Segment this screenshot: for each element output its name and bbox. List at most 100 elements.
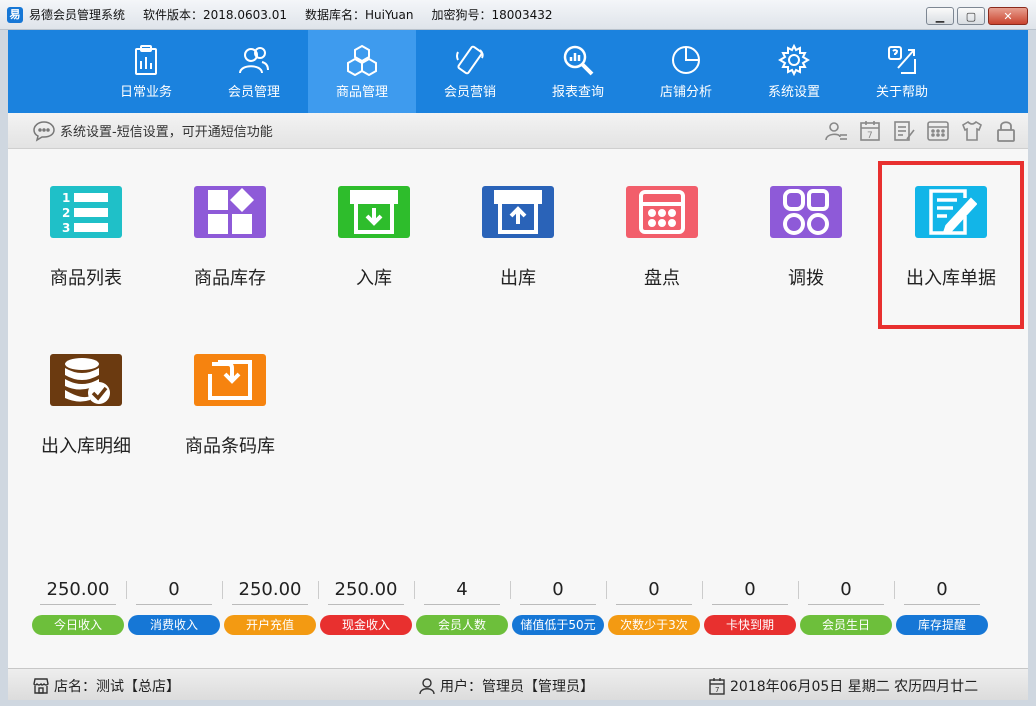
stat-separator — [510, 581, 511, 599]
tile-icon-box — [194, 186, 266, 238]
maximize-icon: ▢ — [965, 9, 977, 23]
calculator-icon — [639, 190, 685, 234]
tile-product-inventory[interactable]: 商品库存 — [158, 150, 302, 290]
stat-today-income[interactable]: 250.00 今日收入 — [32, 577, 127, 637]
nav-label: 报表查询 — [551, 84, 604, 100]
stat-card-expiring[interactable]: 0 卡快到期 — [704, 577, 799, 637]
stat-badge: 会员人数 — [416, 615, 508, 635]
stat-separator — [126, 581, 127, 599]
stat-badge: 消费收入 — [128, 615, 220, 635]
stat-member-birthday[interactable]: 0 会员生日 — [800, 577, 895, 637]
store-icon — [33, 678, 49, 694]
main-nav: 日常业务 会员管理 商品管理 会员营销 报表查询 店铺分析 系统设置 关于帮助 — [8, 30, 1028, 113]
stat-value: 0 — [904, 577, 980, 605]
status-user: 用户：管理员【管理员】 — [418, 676, 594, 696]
calculator-icon[interactable] — [926, 119, 950, 143]
status-bar: 店名：测试【总店】 用户：管理员【管理员】 7 2018年06月05日 星期二 … — [8, 668, 1028, 700]
tile-stock-details[interactable]: 出入库明细 — [14, 318, 158, 458]
dongle-number: 加密狗号：18003432 — [431, 8, 553, 22]
app-name: 易德会员管理系统 — [29, 8, 126, 22]
nav-member-management[interactable]: 会员管理 — [200, 30, 308, 113]
nav-member-marketing[interactable]: 会员营销 — [416, 30, 524, 113]
summary-stats: 250.00 今日收入 0 消费收入 250.00 开户充值 250.00 现金… — [32, 577, 1002, 637]
nav-system-settings[interactable]: 系统设置 — [740, 30, 848, 113]
tile-icon-box — [915, 186, 987, 238]
maximize-button[interactable]: ▢ — [957, 7, 985, 25]
user-icon — [419, 678, 435, 695]
nav-report-query[interactable]: 报表查询 — [524, 30, 632, 113]
tile-icon-box — [194, 354, 266, 406]
nav-daily-business[interactable]: 日常业务 — [92, 30, 200, 113]
nav-label: 商品管理 — [335, 84, 388, 100]
minimize-icon: ▁ — [935, 9, 945, 23]
stat-separator — [414, 581, 415, 599]
stat-member-count[interactable]: 4 会员人数 — [416, 577, 511, 637]
phone-icon — [456, 45, 484, 74]
tile-label: 商品条码库 — [185, 436, 275, 457]
tile-icon-box: 1 2 3 — [50, 186, 122, 238]
document-edit-icon — [929, 189, 977, 235]
software-version: 软件版本：2018.0603.01 — [143, 8, 287, 22]
svg-text:7: 7 — [867, 131, 873, 141]
stat-separator — [222, 581, 223, 599]
svg-text:3: 3 — [62, 221, 70, 235]
help-icon — [888, 45, 916, 74]
status-date: 7 2018年06月05日 星期二 农历四月廿二 — [708, 676, 978, 696]
title-bar: 易 易德会员管理系统 软件版本：2018.0603.01 数据库名：HuiYua… — [0, 0, 1036, 30]
sms-hint-message[interactable]: 系统设置-短信设置，可开通短信功能 — [60, 121, 273, 140]
stat-badge: 次数少于3次 — [608, 615, 700, 635]
stat-value: 4 — [424, 577, 500, 605]
tile-stock-in[interactable]: 入库 — [302, 150, 446, 290]
tile-barcode-library[interactable]: 商品条码库 — [158, 318, 302, 458]
nav-product-management[interactable]: 商品管理 — [308, 30, 416, 113]
stat-badge: 卡快到期 — [704, 615, 796, 635]
nav-about-help[interactable]: 关于帮助 — [848, 30, 956, 113]
stat-stock-alert[interactable]: 0 库存提醒 — [896, 577, 988, 637]
stat-value: 0 — [136, 577, 212, 605]
svg-text:2: 2 — [62, 206, 70, 220]
stat-separator — [798, 581, 799, 599]
stat-low-balance[interactable]: 0 储值低于50元 — [512, 577, 607, 637]
database-name: 数据库名：HuiYuan — [305, 8, 414, 22]
calendar-icon[interactable]: 7 — [858, 119, 882, 143]
tile-icon-box — [482, 186, 554, 238]
tile-stock-out[interactable]: 出库 — [446, 150, 590, 290]
database-check-icon — [65, 358, 110, 404]
stat-value: 250.00 — [328, 577, 404, 605]
stat-value: 250.00 — [232, 577, 308, 605]
lock-icon[interactable] — [994, 119, 1018, 143]
tile-icon-box — [626, 186, 698, 238]
inbox-up-icon — [494, 190, 542, 234]
nav-label: 关于帮助 — [875, 84, 928, 100]
stat-separator — [606, 581, 607, 599]
stat-account-recharge[interactable]: 250.00 开户充值 — [224, 577, 319, 637]
gear-icon — [778, 43, 810, 76]
stat-low-count[interactable]: 0 次数少于3次 — [608, 577, 703, 637]
edit-list-icon[interactable] — [892, 119, 916, 143]
stat-consumption-income[interactable]: 0 消费收入 — [128, 577, 223, 637]
tile-icon-box — [50, 354, 122, 406]
tile-stocktake[interactable]: 盘点 — [590, 150, 734, 290]
inbox-down-icon — [350, 190, 398, 234]
stat-badge: 库存提醒 — [896, 615, 988, 635]
tile-transfer[interactable]: 调拨 — [734, 150, 878, 290]
status-store: 店名：测试【总店】 — [32, 676, 180, 696]
store-name: 店名：测试【总店】 — [54, 679, 180, 695]
stat-badge: 储值低于50元 — [512, 615, 604, 635]
minimize-button[interactable]: ▁ — [926, 7, 954, 25]
tile-label: 入库 — [356, 268, 392, 289]
tile-product-list[interactable]: 1 2 3 商品列表 — [14, 150, 158, 290]
close-button[interactable]: ✕ — [988, 7, 1028, 25]
tile-icon-box — [338, 186, 410, 238]
svg-text:1: 1 — [62, 191, 70, 205]
tile-stock-documents[interactable]: 出入库单据 — [878, 150, 1024, 290]
clipboard-chart-icon — [135, 44, 157, 75]
user-switch-icon[interactable] — [824, 119, 848, 143]
user-name: 用户：管理员【管理员】 — [440, 679, 594, 695]
stat-cash-income[interactable]: 250.00 现金收入 — [320, 577, 415, 637]
nav-label: 会员营销 — [443, 84, 496, 100]
shirt-icon[interactable] — [960, 119, 984, 143]
users-icon — [239, 46, 269, 73]
window-controls: ▁ ▢ ✕ — [926, 7, 1028, 25]
nav-store-analysis[interactable]: 店铺分析 — [632, 30, 740, 113]
